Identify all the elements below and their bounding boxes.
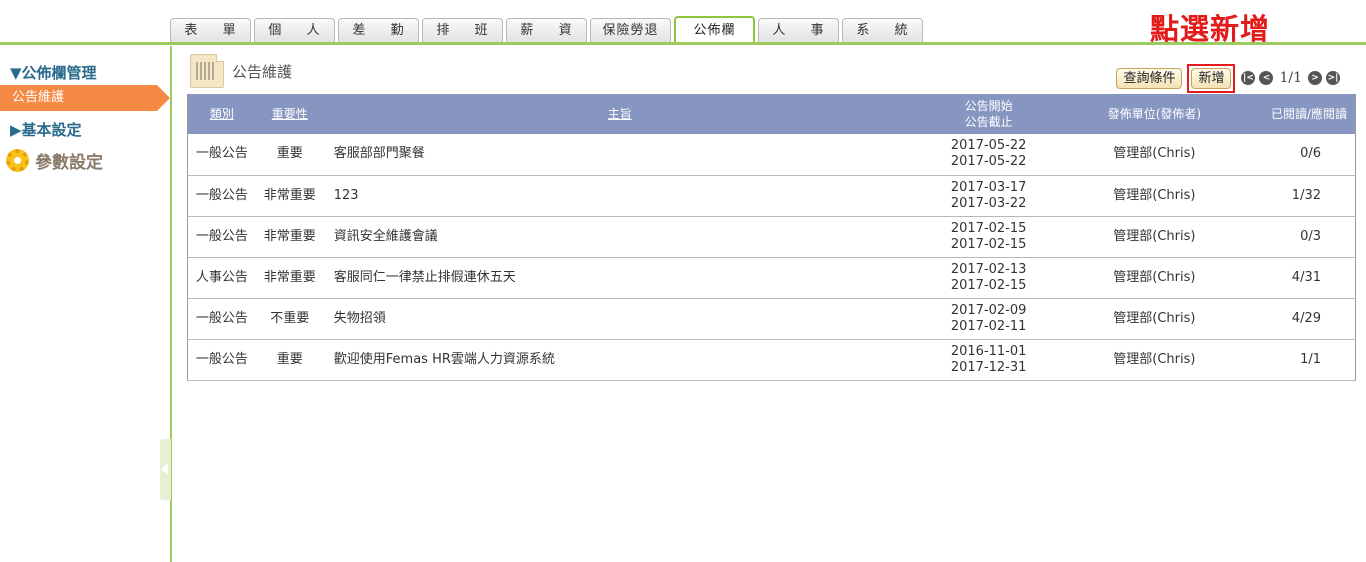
cell-type: 一般公告 <box>187 339 256 381</box>
gear-icon <box>6 148 29 172</box>
tab-insurance-pension[interactable]: 保險勞退 <box>590 18 671 43</box>
add-button-highlight: 新增 <box>1187 63 1236 93</box>
cell-type: 一般公告 <box>187 216 256 258</box>
table-row[interactable]: 一般公告 重要 客服部部門聚餐 2017-05-22 2017-05-22 管理部(Chr… <box>187 134 1356 176</box>
table-header-row: 類別 重要性 主旨 公告開始 公告截止 發佈單位(發佈者) 已閱讀/應閱讀 <box>187 94 1356 134</box>
cell-subject: 客服同仁一律禁止排假連休五天 <box>323 257 906 299</box>
sidebar-item-label: 參數設定 <box>35 152 103 173</box>
tab-forms[interactable]: 表 單 <box>170 18 251 43</box>
instruction-annotation: 點選新增 <box>1150 12 1271 46</box>
cell-dates: 2016-11-01 2017-12-31 <box>905 339 1072 381</box>
cell-subject: 123 <box>323 175 906 217</box>
query-conditions-button[interactable]: 查詢條件 <box>1116 67 1183 89</box>
column-header-end: 公告截止 <box>964 115 1013 129</box>
announcement-table: 類別 重要性 主旨 公告開始 公告截止 發佈單位(發佈者) 已閱讀/應閱讀 一般… <box>187 94 1356 381</box>
tab-scheduling[interactable]: 排 班 <box>422 18 503 43</box>
last-page-icon[interactable]: >| <box>1326 71 1340 85</box>
column-header-type[interactable]: 類別 <box>187 94 256 134</box>
column-header-dates: 公告開始 公告截止 <box>905 94 1072 134</box>
cell-end-date: 2017-12-31 <box>950 359 1027 375</box>
column-header-read: 已閱讀/應閱讀 <box>1237 94 1356 134</box>
cell-importance: 重要 <box>255 339 324 381</box>
next-page-icon[interactable]: > <box>1308 71 1322 85</box>
cell-start-date: 2017-02-13 <box>950 261 1027 277</box>
cell-start-date: 2017-02-15 <box>950 220 1027 236</box>
cell-dates: 2017-05-22 2017-05-22 <box>905 134 1072 176</box>
tab-list: 表 單 個 人 差 勤 排 班 薪 資 保險勞退 公佈欄 人 事 系 統 <box>170 16 926 44</box>
cell-read-count: 1/32 <box>1237 175 1356 217</box>
cell-dates: 2017-02-15 2017-02-15 <box>905 216 1072 258</box>
sidebar: ▼公佈欄管理 公告維護 ▶基本設定 參數設定 <box>0 46 172 562</box>
add-button[interactable]: 新增 <box>1191 67 1232 89</box>
cell-type: 人事公告 <box>187 257 256 299</box>
cell-importance: 不重要 <box>255 298 324 340</box>
page-title: 公告維護 <box>232 62 293 81</box>
column-header-importance[interactable]: 重要性 <box>255 94 324 134</box>
table-row[interactable]: 一般公告 重要 歡迎使用Femas HR雲端人力資源系統 2016-11-01 2017… <box>187 339 1356 381</box>
column-header-subject[interactable]: 主旨 <box>323 94 906 134</box>
table-row[interactable]: 一般公告 非常重要 資訊安全維護會議 2017-02-15 2017-02-15 管理部(… <box>187 216 1356 258</box>
cell-dept: 管理部(Chris) <box>1071 339 1238 381</box>
column-header-start: 公告開始 <box>964 99 1013 113</box>
cell-start-date: 2017-02-09 <box>950 302 1027 318</box>
cell-subject: 客服部部門聚餐 <box>323 134 906 176</box>
document-list-icon <box>188 54 224 88</box>
top-nav: 表 單 個 人 差 勤 排 班 薪 資 保險勞退 公佈欄 人 事 系 統 點選新… <box>0 0 1366 46</box>
toolbar: 查詢條件 新增 |< < 1/1 > >| <box>1116 63 1342 93</box>
cell-importance: 非常重要 <box>255 216 324 258</box>
prev-page-icon[interactable]: < <box>1259 71 1274 85</box>
cell-subject: 資訊安全維護會議 <box>323 216 906 258</box>
tab-hr[interactable]: 人 事 <box>758 18 839 43</box>
cell-read-count: 1/1 <box>1237 339 1356 381</box>
tab-bulletin[interactable]: 公佈欄 <box>674 16 755 44</box>
cell-read-count: 4/31 <box>1237 257 1356 299</box>
sidebar-section-basic-settings[interactable]: ▶基本設定 <box>10 119 82 140</box>
active-item-pointer <box>157 85 170 111</box>
cell-end-date: 2017-03-22 <box>950 195 1027 211</box>
cell-subject: 失物招領 <box>323 298 906 340</box>
cell-dates: 2017-02-09 2017-02-11 <box>905 298 1072 340</box>
cell-subject: 歡迎使用Femas HR雲端人力資源系統 <box>323 339 906 381</box>
cell-end-date: 2017-02-15 <box>950 236 1027 252</box>
cell-importance: 非常重要 <box>255 257 324 299</box>
tab-payroll[interactable]: 薪 資 <box>506 18 587 43</box>
sidebar-section-bulletin-management[interactable]: ▼公佈欄管理 <box>10 62 97 83</box>
cell-dept: 管理部(Chris) <box>1071 257 1238 299</box>
cell-dept: 管理部(Chris) <box>1071 298 1238 340</box>
table-row[interactable]: 一般公告 非常重要 123 2017-03-17 2017-03-22 管理部(Chris… <box>187 175 1356 217</box>
page-header: 公告維護 <box>188 54 292 88</box>
cell-read-count: 0/6 <box>1237 134 1356 176</box>
column-header-dept: 發佈單位(發佈者) <box>1071 94 1238 134</box>
page-indicator: 1/1 <box>1279 70 1302 86</box>
cell-dept: 管理部(Chris) <box>1071 134 1238 176</box>
cell-read-count: 4/29 <box>1237 298 1356 340</box>
tab-system[interactable]: 系 統 <box>842 18 923 43</box>
sidebar-collapse-handle[interactable] <box>160 439 171 500</box>
cell-dates: 2017-03-17 2017-03-22 <box>905 175 1072 217</box>
cell-end-date: 2017-02-11 <box>950 318 1027 334</box>
table-row[interactable]: 一般公告 不重要 失物招領 2017-02-09 2017-02-11 管理部(Chris… <box>187 298 1356 340</box>
cell-type: 一般公告 <box>187 175 256 217</box>
cell-dept: 管理部(Chris) <box>1071 175 1238 217</box>
tab-attendance[interactable]: 差 勤 <box>338 18 419 43</box>
sidebar-item-announcement-maintenance[interactable]: 公告維護 <box>0 85 157 111</box>
sidebar-item-parameter-settings[interactable]: 參數設定 <box>6 147 103 173</box>
cell-dates: 2017-02-13 2017-02-15 <box>905 257 1072 299</box>
cell-type: 一般公告 <box>187 134 256 176</box>
cell-dept: 管理部(Chris) <box>1071 216 1238 258</box>
first-page-icon[interactable]: |< <box>1241 71 1256 85</box>
cell-read-count: 0/3 <box>1237 216 1356 258</box>
table-row[interactable]: 人事公告 非常重要 客服同仁一律禁止排假連休五天 2017-02-13 2017-02-… <box>187 257 1356 299</box>
cell-start-date: 2017-03-17 <box>950 179 1027 195</box>
cell-start-date: 2017-05-22 <box>950 138 1027 154</box>
cell-importance: 非常重要 <box>255 175 324 217</box>
cell-end-date: 2017-02-15 <box>950 277 1027 293</box>
cell-start-date: 2016-11-01 <box>950 343 1027 359</box>
cell-type: 一般公告 <box>187 298 256 340</box>
tab-personal[interactable]: 個 人 <box>254 18 335 43</box>
cell-importance: 重要 <box>255 134 324 176</box>
cell-end-date: 2017-05-22 <box>950 154 1027 170</box>
